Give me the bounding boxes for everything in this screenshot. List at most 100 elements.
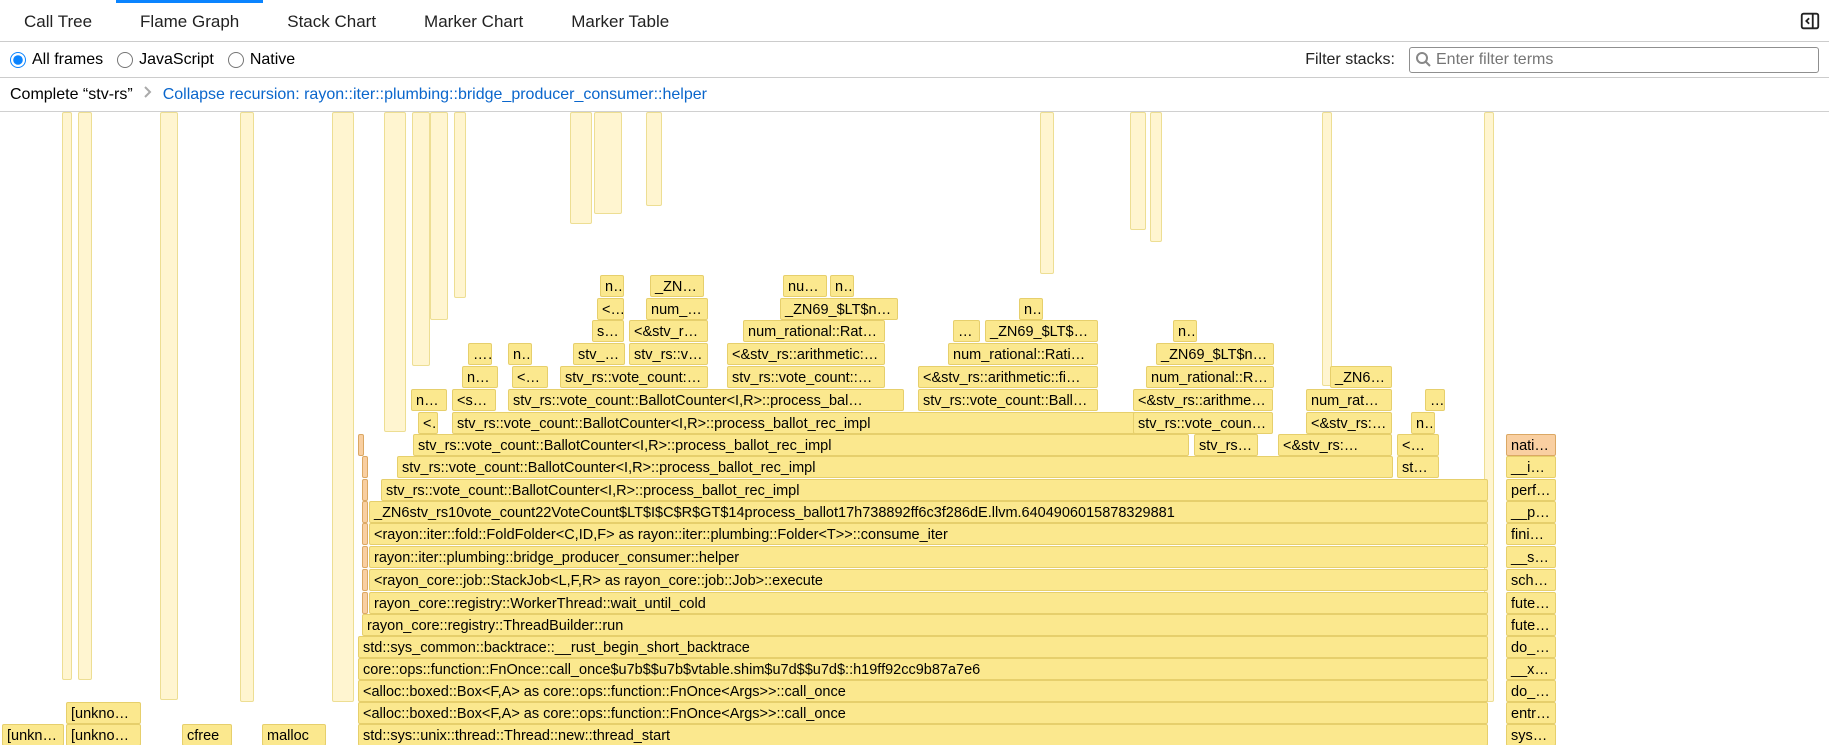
- flame-frame[interactable]: n…: [600, 275, 624, 297]
- flame-frame[interactable]: <rayon_core::job::StackJob<L,F,R> as ray…: [369, 569, 1488, 591]
- flame-frame[interactable]: futex…: [1506, 592, 1556, 614]
- flame-frame[interactable]: stv_rs::vote_count::BallotCounter<I,R>::…: [508, 389, 904, 411]
- flame-frame[interactable]: [362, 546, 368, 568]
- flame-frame[interactable]: stv_rs::vo…: [629, 343, 708, 365]
- flame-frame[interactable]: nu…: [462, 366, 498, 388]
- flame-frame[interactable]: [unknown]: [66, 702, 141, 724]
- flame-frame[interactable]: __sch…: [1506, 546, 1556, 568]
- tab-stack-chart[interactable]: Stack Chart: [263, 0, 400, 41]
- tab-marker-chart[interactable]: Marker Chart: [400, 0, 547, 41]
- flame-frame[interactable]: std::sys::unix::thread::Thread::new::thr…: [358, 724, 1488, 745]
- flame-frame[interactable]: perf_…: [1506, 479, 1556, 501]
- filter-stacks-input[interactable]: [1409, 47, 1819, 73]
- flame-frame[interactable]: <stv…: [452, 389, 496, 411]
- flame-frame[interactable]: syscall: [1506, 724, 1556, 745]
- flame-frame[interactable]: stv_r…: [573, 343, 625, 365]
- flame-frame[interactable]: rayon_core::registry::WorkerThread::wait…: [369, 592, 1488, 614]
- flame-frame[interactable]: _ZN69_…: [1330, 366, 1392, 388]
- flame-frame[interactable]: nu…: [1019, 298, 1043, 320]
- flame-frame[interactable]: __x64…: [1506, 658, 1556, 680]
- radio-all-frames[interactable]: All frames: [10, 51, 103, 69]
- flame-frame[interactable]: stv_rs::vote_count::…: [1133, 412, 1273, 434]
- flame-frame[interactable]: nu…: [508, 343, 532, 365]
- flame-frame[interactable]: rayon_core::registry::ThreadBuilder::run: [362, 614, 1488, 636]
- flame-frame[interactable]: <&stv_rs::arithmetic::fi…: [918, 366, 1098, 388]
- flame-frame[interactable]: nu…: [1411, 412, 1435, 434]
- flame-frame[interactable]: <&…: [597, 298, 624, 320]
- flame-frame[interactable]: stv_rs::vote_count::BallotCounter<I,R>::…: [381, 479, 1488, 501]
- flame-frame[interactable]: num…: [783, 275, 827, 297]
- flame-frame[interactable]: nativ…: [1506, 434, 1556, 456]
- flame-frame[interactable]: _ZN69_$LT$nu…: [1156, 343, 1274, 365]
- flame-frame[interactable]: [362, 501, 368, 523]
- flame-frame[interactable]: num_rat…: [1306, 389, 1392, 411]
- flame-frame[interactable]: finis…: [1506, 523, 1556, 545]
- flame-frame[interactable]: __per…: [1506, 501, 1556, 523]
- flame-frame[interactable]: …: [468, 343, 492, 365]
- flame-frame[interactable]: n…: [1173, 320, 1197, 342]
- flame-frame[interactable]: stv_rs::vote_count::Ba…: [727, 366, 885, 388]
- flame-frame[interactable]: [unknown]: [66, 724, 141, 745]
- flame-frame[interactable]: n…: [830, 275, 854, 297]
- radio-javascript-input[interactable]: [117, 52, 133, 68]
- flame-frame[interactable]: malloc: [262, 724, 326, 745]
- flame-frame[interactable]: …: [1425, 389, 1445, 411]
- flame-frame[interactable]: num_rational::Rat…: [743, 320, 885, 342]
- flame-frame[interactable]: _ZN69_$LT$num…: [780, 298, 898, 320]
- flame-frame[interactable]: stv_rs::vote_count::…: [560, 366, 708, 388]
- radio-all-frames-input[interactable]: [10, 52, 26, 68]
- flame-frame[interactable]: [362, 479, 368, 501]
- flame-frame[interactable]: <&stv_rs::arithmetic:…: [727, 343, 885, 365]
- flame-frame[interactable]: stv_rs::vote_count::BallotCounter<I,R>::…: [397, 456, 1393, 478]
- flame-frame[interactable]: do_fu…: [1506, 636, 1556, 658]
- flame-frame[interactable]: <&stv_rs:…: [1306, 412, 1392, 434]
- flame-frame[interactable]: [362, 569, 368, 591]
- flame-frame[interactable]: [362, 456, 368, 478]
- tab-flame-graph[interactable]: Flame Graph: [116, 0, 263, 41]
- flame-frame[interactable]: <&st…: [1397, 434, 1439, 456]
- flame-frame[interactable]: num_ra…: [646, 298, 708, 320]
- flame-frame[interactable]: stv_rs::vote_count::Ball…: [918, 389, 1098, 411]
- flame-frame[interactable]: <alloc::boxed::Box<F,A> as core::ops::fu…: [358, 702, 1488, 724]
- flame-frame[interactable]: futex…: [1506, 614, 1556, 636]
- flame-frame[interactable]: rayon::iter::plumbing::bridge_producer_c…: [369, 546, 1488, 568]
- flame-frame[interactable]: <alloc::boxed::Box<F,A> as core::ops::fu…: [358, 680, 1488, 702]
- flame-frame[interactable]: <s…: [512, 366, 548, 388]
- flame-frame[interactable]: _ZN6stv_rs10vote_count22VoteCount$LT$I$C…: [369, 501, 1488, 523]
- flame-frame[interactable]: num_rational::R…: [1146, 366, 1274, 388]
- flame-frame[interactable]: entry…: [1506, 702, 1556, 724]
- flame-frame[interactable]: <&stv_rs:…: [1278, 434, 1392, 456]
- flame-frame[interactable]: stv_rs::vote_count::BallotCounter<I,R>::…: [413, 434, 1189, 456]
- flame-frame[interactable]: [362, 592, 368, 614]
- tab-marker-table[interactable]: Marker Table: [547, 0, 693, 41]
- flame-frame[interactable]: std::sys_common::backtrace::__rust_begin…: [358, 636, 1488, 658]
- radio-native[interactable]: Native: [228, 51, 295, 69]
- flame-graph-canvas[interactable]: [unkno…[unknown]cfreemallocstd::sys::uni…: [0, 112, 1829, 745]
- flame-frame[interactable]: num_rational::Rati…: [948, 343, 1098, 365]
- flame-frame[interactable]: cfree: [182, 724, 232, 745]
- sidebar-toggle-icon[interactable]: [1799, 10, 1821, 32]
- flame-frame[interactable]: <&stv_rs::arithmet…: [1133, 389, 1273, 411]
- flame-frame[interactable]: __int…: [1506, 456, 1556, 478]
- flame-frame[interactable]: stv_rs::v…: [1194, 434, 1258, 456]
- flame-frame[interactable]: stv_rs::vote_count::BallotCounter<I,R>::…: [452, 412, 1220, 434]
- flame-frame[interactable]: core::ops::function::FnOnce::call_once$u…: [358, 658, 1488, 680]
- radio-native-input[interactable]: [228, 52, 244, 68]
- flame-frame[interactable]: …: [953, 320, 980, 342]
- flame-frame[interactable]: [unkno…: [2, 724, 64, 745]
- breadcrumb-collapse-link[interactable]: Collapse recursion: rayon::iter::plumbin…: [163, 86, 707, 104]
- flame-frame[interactable]: n…: [411, 389, 447, 411]
- flame-frame[interactable]: st…: [592, 320, 624, 342]
- flame-frame[interactable]: stv_…: [1397, 456, 1439, 478]
- flame-frame[interactable]: <…: [418, 412, 438, 434]
- tab-call-tree[interactable]: Call Tree: [0, 0, 116, 41]
- flame-frame[interactable]: [362, 523, 368, 545]
- flame-frame[interactable]: <rayon::iter::fold::FoldFolder<C,ID,F> a…: [369, 523, 1488, 545]
- flame-frame[interactable]: _ZN6…: [650, 275, 704, 297]
- flame-frame[interactable]: [358, 434, 364, 456]
- flame-frame[interactable]: do_sy…: [1506, 680, 1556, 702]
- flame-frame[interactable]: <&stv_rs:…: [629, 320, 708, 342]
- flame-frame[interactable]: sched…: [1506, 569, 1556, 591]
- flame-frame[interactable]: _ZN69_$LT$nu…: [985, 320, 1098, 342]
- radio-javascript[interactable]: JavaScript: [117, 51, 214, 69]
